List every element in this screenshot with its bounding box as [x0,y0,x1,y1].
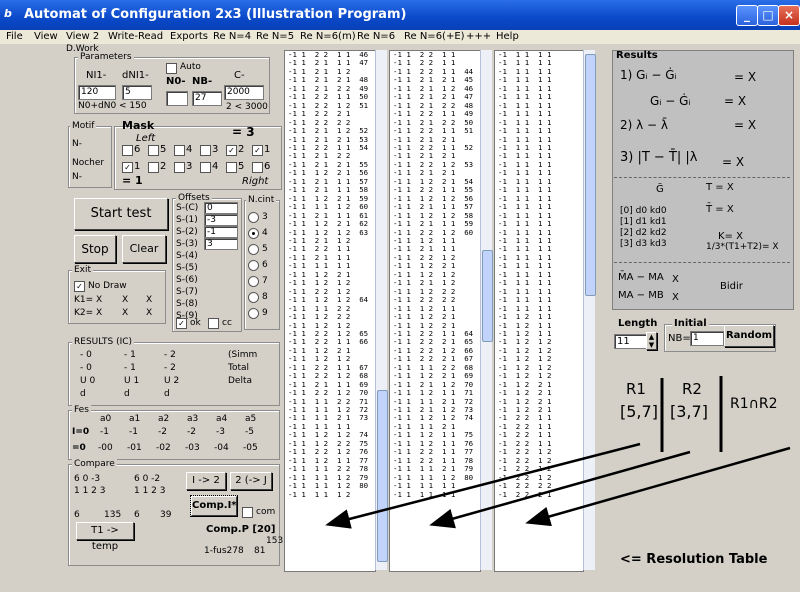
annotation-r1: R1 [626,380,646,398]
resolution-table-label: <= Resolution Table [620,552,768,567]
annotation-overlay [325,376,791,529]
annotation-r2-range: [3,7] [670,402,708,421]
annotation-r1-cap-r2: R1∩R2 [730,396,778,412]
arrow-r1 [325,442,641,529]
annotation-r1-range: [5,7] [620,402,658,421]
annotation-r2: R2 [682,380,702,398]
